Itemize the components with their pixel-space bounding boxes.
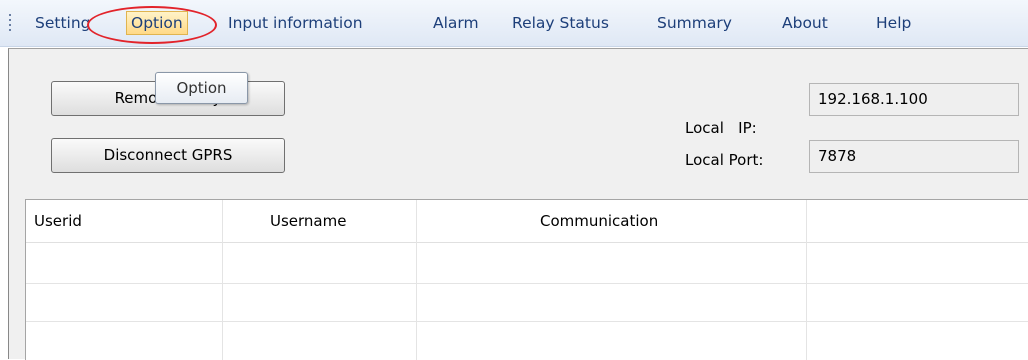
- menu-relay-status[interactable]: Relay Status: [510, 12, 611, 34]
- toolbar-grip-icon[interactable]: [9, 14, 12, 32]
- column-header-username[interactable]: Username: [270, 200, 346, 242]
- local-ip-label: Local IP:: [685, 119, 757, 137]
- column-header-userid[interactable]: Userid: [34, 200, 82, 242]
- menu-alarm[interactable]: Alarm: [431, 12, 481, 34]
- relay-list-table[interactable]: Userid Username Communication: [25, 199, 1028, 360]
- menu-input-information[interactable]: Input information: [226, 12, 365, 34]
- local-port-label: Local Port:: [685, 151, 764, 169]
- column-divider: [806, 200, 807, 360]
- local-port-field[interactable]: 7878: [809, 140, 1019, 173]
- local-ip-field[interactable]: 192.168.1.100: [809, 83, 1019, 116]
- column-divider: [416, 200, 417, 360]
- menu-summary[interactable]: Summary: [655, 12, 734, 34]
- column-divider: [222, 200, 223, 360]
- option-tooltip: Option: [155, 72, 248, 104]
- disconnect-gprs-button[interactable]: Disconnect GPRS: [51, 138, 285, 173]
- menu-option[interactable]: Option: [126, 11, 188, 35]
- menu-help[interactable]: Help: [874, 12, 913, 34]
- menu-setting[interactable]: Setting: [33, 12, 93, 34]
- table-row[interactable]: [26, 283, 1028, 284]
- menu-bar: Setting Option Input information Alarm R…: [0, 0, 1028, 47]
- table-row[interactable]: [26, 321, 1028, 322]
- menu-about[interactable]: About: [780, 12, 830, 34]
- column-header-communication[interactable]: Communication: [540, 200, 658, 242]
- table-header: Userid Username Communication: [26, 200, 1028, 243]
